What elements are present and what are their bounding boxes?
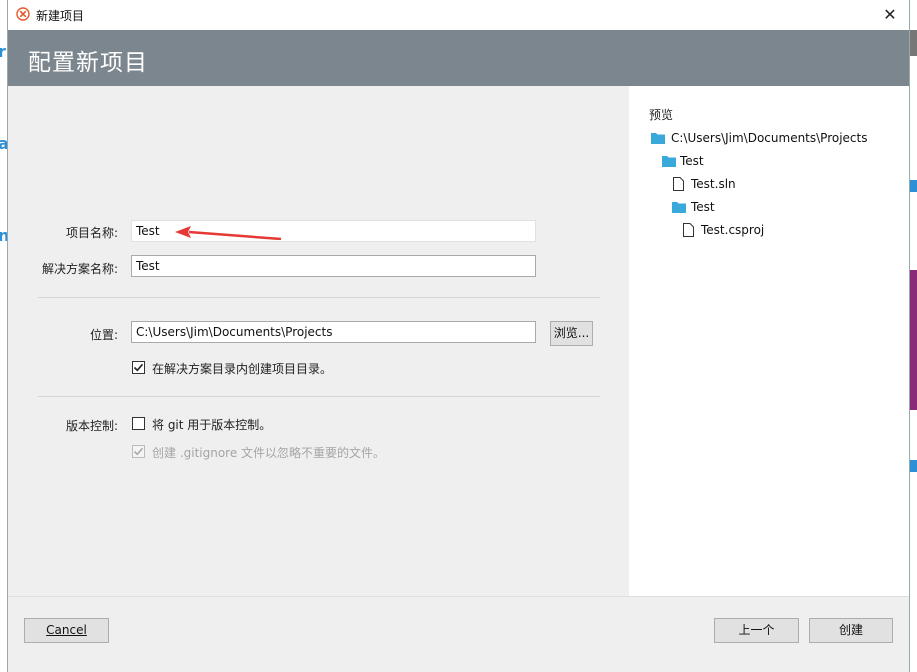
annotation-arrow bbox=[175, 226, 282, 240]
title-bar: 新建项目 ✕ bbox=[8, 0, 909, 30]
background-block bbox=[909, 460, 917, 472]
location-input[interactable]: C:\Users\Jim\Documents\Projects bbox=[131, 321, 536, 343]
gitignore-checkbox[interactable] bbox=[132, 445, 145, 458]
file-icon bbox=[673, 177, 684, 191]
use-git-label: 将 git 用于版本控制。 bbox=[152, 418, 272, 432]
use-git-checkbox[interactable] bbox=[132, 417, 145, 430]
browse-button[interactable]: 浏览... bbox=[550, 321, 593, 346]
dialog-header: 配置新项目 bbox=[8, 30, 909, 86]
tree-item-project-folder: Test bbox=[691, 200, 715, 214]
background-window-right-edge bbox=[909, 30, 917, 671]
folder-icon bbox=[651, 133, 665, 144]
background-window-left-edge: r a n bbox=[0, 30, 9, 671]
solution-name-input[interactable]: Test bbox=[131, 255, 536, 277]
solution-name-label: 解决方案名称: bbox=[41, 262, 118, 276]
background-block bbox=[909, 270, 917, 410]
divider bbox=[38, 297, 600, 298]
create-button[interactable]: 创建 bbox=[809, 618, 893, 643]
folder-icon bbox=[662, 156, 676, 167]
folder-icon bbox=[672, 202, 686, 213]
tree-item-sln-file: Test.sln bbox=[691, 177, 736, 191]
tree-item-csproj-file: Test.csproj bbox=[701, 223, 765, 237]
location-label: 位置: bbox=[89, 328, 118, 342]
app-icon bbox=[16, 7, 30, 21]
background-text-fragment: r bbox=[0, 42, 6, 61]
project-config-form: 项目名称: Test 解决方案名称: Test 位置: C:\Users\Jim… bbox=[8, 86, 629, 596]
file-icon bbox=[683, 223, 694, 237]
dialog-footer: Cancel 上一个 创建 bbox=[8, 596, 909, 672]
checkmark-icon bbox=[133, 363, 144, 372]
checkmark-icon bbox=[133, 447, 144, 456]
window-title: 新建项目 bbox=[36, 9, 85, 23]
background-block bbox=[909, 30, 917, 56]
tree-item-root-folder: C:\Users\Jim\Documents\Projects bbox=[671, 131, 868, 145]
divider bbox=[38, 396, 600, 397]
project-name-label: 项目名称: bbox=[65, 226, 118, 240]
back-button[interactable]: 上一个 bbox=[714, 618, 799, 643]
create-dir-label: 在解决方案目录内创建项目目录。 bbox=[152, 362, 333, 376]
gitignore-label: 创建 .gitignore 文件以忽略不重要的文件。 bbox=[152, 446, 386, 460]
new-project-dialog: 新建项目 ✕ 配置新项目 项目名称: Test 解决方案名称: Test 位置:… bbox=[8, 0, 909, 672]
preview-panel: 预览 C:\Users\Jim\Documents\Projects Test … bbox=[629, 86, 909, 596]
close-icon[interactable]: ✕ bbox=[879, 4, 901, 26]
page-title: 配置新项目 bbox=[28, 50, 148, 76]
preview-title: 预览 bbox=[649, 108, 674, 122]
cancel-button[interactable]: Cancel bbox=[24, 618, 109, 643]
version-control-label: 版本控制: bbox=[65, 419, 118, 433]
create-dir-checkbox[interactable] bbox=[132, 361, 145, 374]
tree-item-solution-folder: Test bbox=[680, 154, 704, 168]
background-block bbox=[909, 180, 917, 192]
